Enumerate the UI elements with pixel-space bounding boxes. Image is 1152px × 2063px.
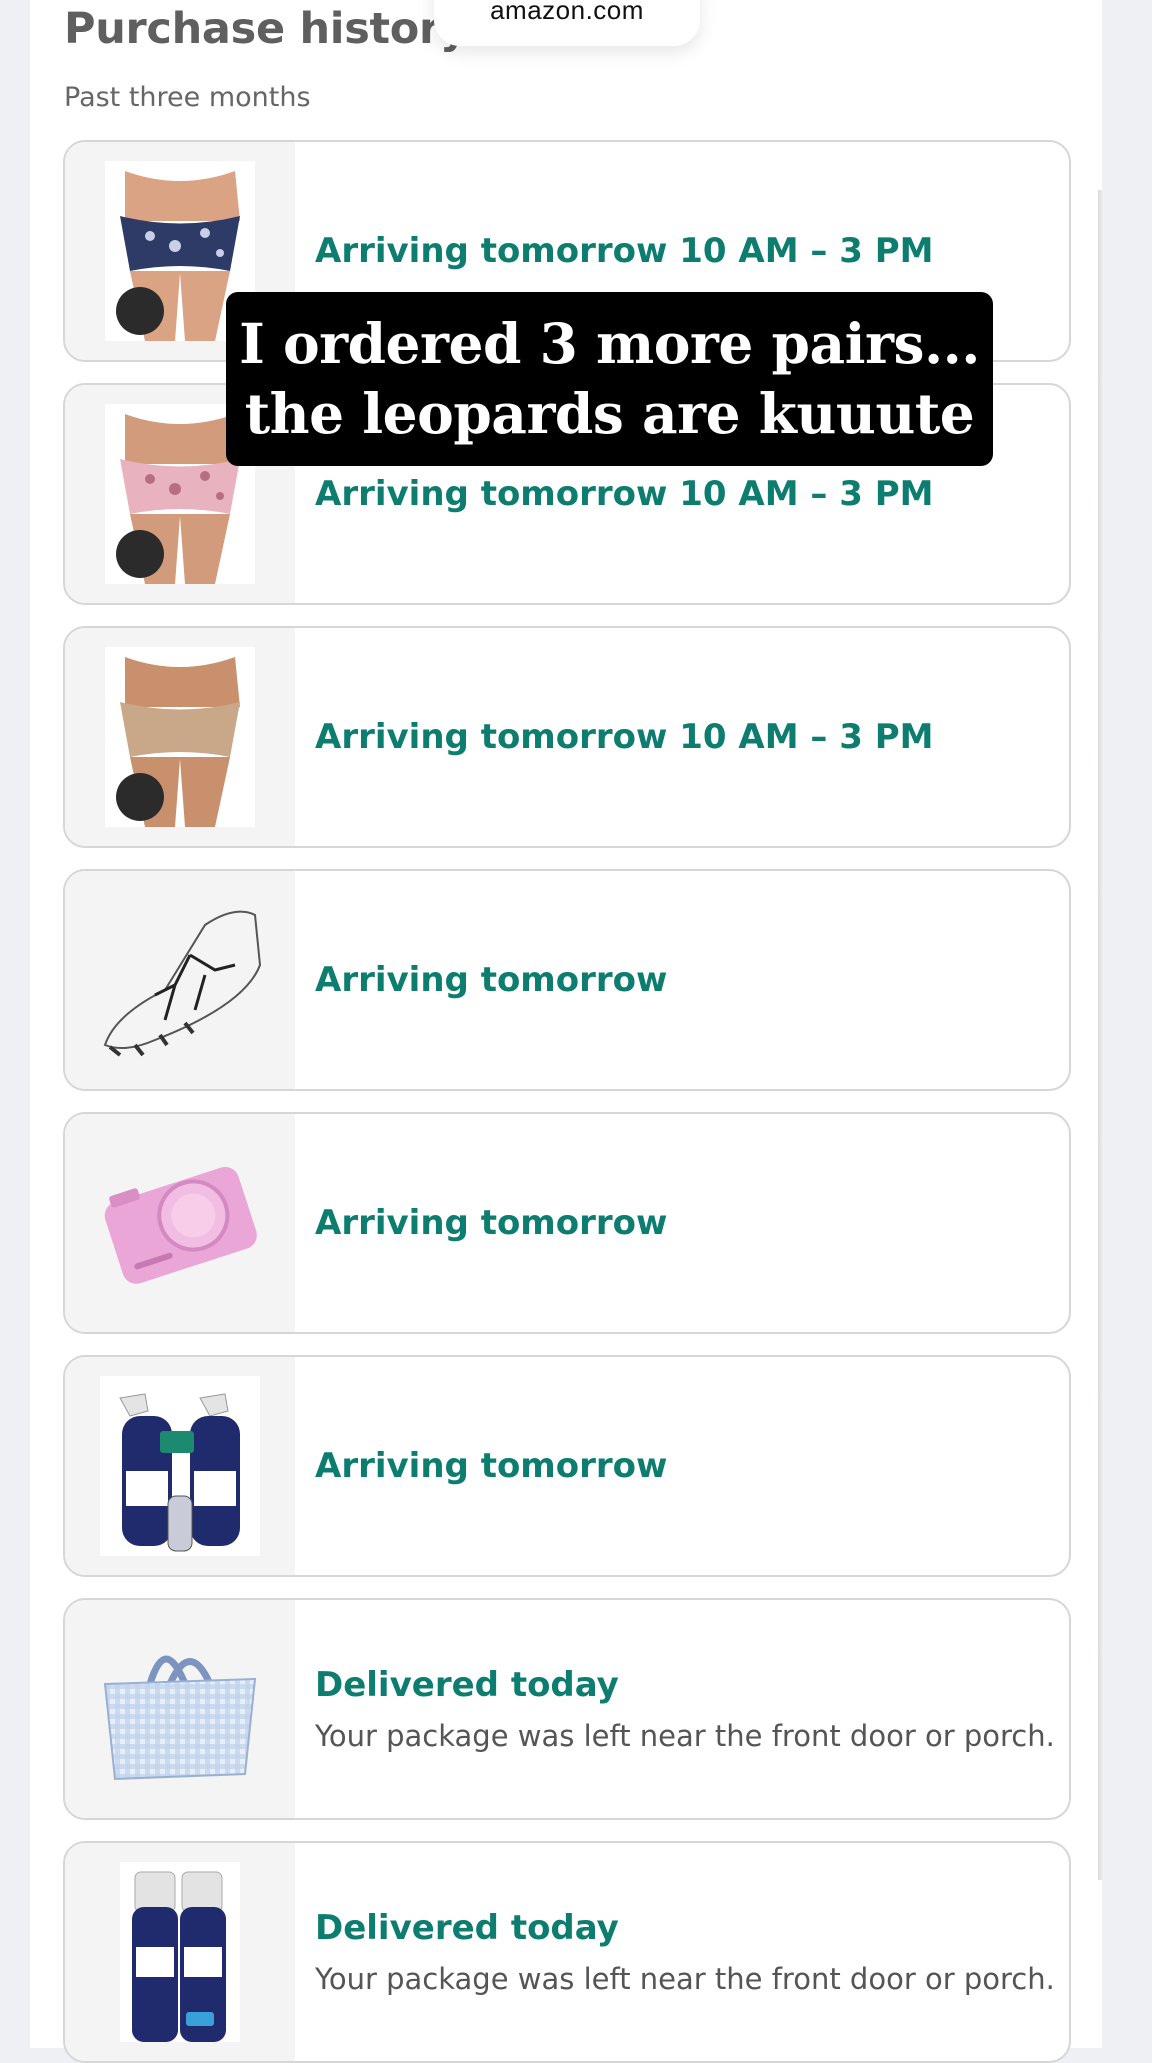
caption-overlay: I ordered 3 more pairs... the leopards a… xyxy=(226,292,993,466)
scroll-indicator[interactable] xyxy=(1098,190,1104,1880)
delivery-status: Arriving tomorrow xyxy=(315,1446,668,1486)
soccer-cleat-image xyxy=(103,910,262,1057)
downy-wrinkle-releaser-2pack-image xyxy=(120,1862,240,2042)
product-thumbnail[interactable] xyxy=(65,1843,295,2061)
address-bar[interactable]: amazon.com xyxy=(434,0,700,46)
delivery-detail: Your package was left near the front doo… xyxy=(315,1719,1055,1753)
delivery-detail: Your package was left near the front doo… xyxy=(315,1962,1055,1996)
product-thumbnail[interactable] xyxy=(65,628,295,846)
order-card[interactable]: Arriving tomorrow xyxy=(63,1355,1071,1577)
product-thumbnail[interactable] xyxy=(65,871,295,1089)
order-card[interactable]: Delivered today Your package was left ne… xyxy=(63,1841,1071,2063)
caption-line-1: I ordered 3 more pairs... xyxy=(239,311,980,376)
delivery-status: Arriving tomorrow xyxy=(315,960,668,1000)
downy-wrinkle-releaser-3pack-image xyxy=(100,1376,260,1556)
url-text: amazon.com xyxy=(490,0,644,25)
nude-underwear-image xyxy=(105,647,255,827)
caption-line-2: the leopards are kuuute xyxy=(244,381,975,446)
delivery-status: Arriving tomorrow xyxy=(315,1203,668,1243)
order-card[interactable]: Arriving tomorrow xyxy=(63,869,1071,1091)
page-subtitle: Past three months xyxy=(64,82,311,113)
pink-camera-case-image xyxy=(104,1166,257,1284)
delivery-status: Arriving tomorrow 10 AM – 3 PM xyxy=(315,231,934,271)
order-card[interactable]: Arriving tomorrow xyxy=(63,1112,1071,1334)
product-thumbnail[interactable] xyxy=(65,1114,295,1332)
delivery-status: Arriving tomorrow 10 AM – 3 PM xyxy=(315,717,934,757)
product-thumbnail[interactable] xyxy=(65,1357,295,1575)
gingham-tote-bag-image xyxy=(103,1655,257,1781)
page-title: Purchase history xyxy=(64,4,468,54)
delivery-status: Delivered today xyxy=(315,1908,619,1948)
order-card[interactable]: Arriving tomorrow 10 AM – 3 PM xyxy=(63,626,1071,848)
delivery-status: Arriving tomorrow 10 AM – 3 PM xyxy=(315,474,934,514)
delivery-status: Delivered today xyxy=(315,1665,619,1705)
product-thumbnail[interactable] xyxy=(65,1600,295,1818)
order-card[interactable]: Delivered today Your package was left ne… xyxy=(63,1598,1071,1820)
